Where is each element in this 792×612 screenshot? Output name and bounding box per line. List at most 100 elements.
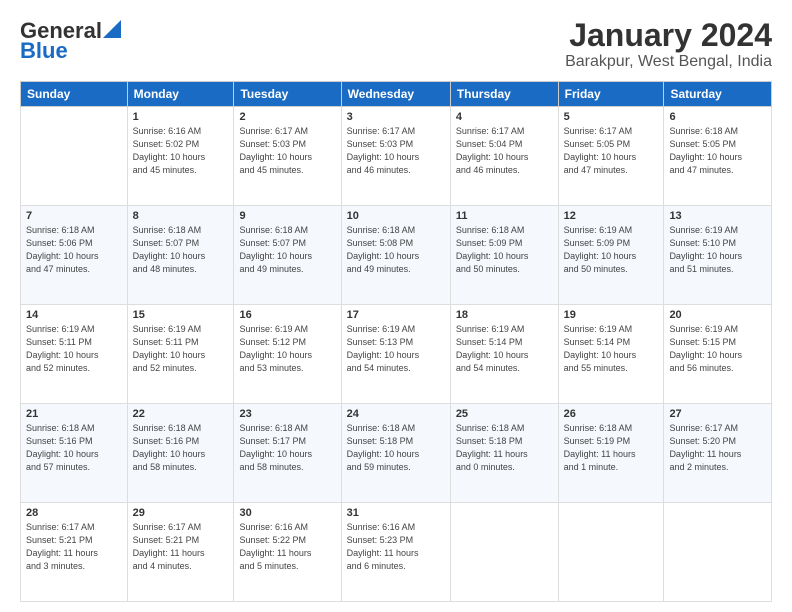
day-number: 27 xyxy=(669,408,766,420)
calendar-cell: 7Sunrise: 6:18 AM Sunset: 5:06 PM Daylig… xyxy=(21,206,128,305)
day-number: 29 xyxy=(133,507,229,519)
day-info: Sunrise: 6:16 AM Sunset: 5:22 PM Dayligh… xyxy=(239,521,335,573)
calendar-cell: 24 Sunrise: 6:18 AM Sunset: 5:18 PM Dayli… xyxy=(341,404,450,503)
calendar-cell: 12 Sunrise: 6:19 AM Sunset: 5:09 PM Dayli… xyxy=(558,206,664,305)
day-info: Sunrise: 6:18 AM Sunset: 5:18 PM Dayligh… xyxy=(456,422,553,474)
calendar-cell: 21 Sunrise: 6:18 AM Sunset: 5:16 PM Dayli… xyxy=(21,404,128,503)
day-number: 12 xyxy=(564,210,659,222)
day-info: Sunrise: 6:19 AM Sunset: 5:09 PM Dayligh… xyxy=(564,224,659,276)
calendar-week-row: 1Sunrise: 6:16 AM Sunset: 5:02 PM Daylig… xyxy=(21,107,772,206)
calendar-cell: 2Sunrise: 6:17 AM Sunset: 5:03 PM Daylig… xyxy=(234,107,341,206)
day-info: Sunrise: 6:17 AM Sunset: 5:21 PM Dayligh… xyxy=(133,521,229,573)
day-number: 3 xyxy=(347,111,445,123)
day-number: 6 xyxy=(669,111,766,123)
day-number: 31 xyxy=(347,507,445,519)
calendar-cell: 3 Sunrise: 6:17 AM Sunset: 5:03 PM Daylig… xyxy=(341,107,450,206)
day-number: 1 xyxy=(133,111,229,123)
day-number: 20 xyxy=(669,309,766,321)
calendar-cell: 29 Sunrise: 6:17 AM Sunset: 5:21 PM Dayli… xyxy=(127,503,234,602)
calendar-table: Sunday Monday Tuesday Wednesday Thursday… xyxy=(20,81,772,602)
day-info: Sunrise: 6:17 AM Sunset: 5:03 PM Dayligh… xyxy=(347,125,445,177)
day-info: Sunrise: 6:18 AM Sunset: 5:07 PM Dayligh… xyxy=(133,224,229,276)
day-info: Sunrise: 6:18 AM Sunset: 5:06 PM Dayligh… xyxy=(26,224,122,276)
day-number: 16 xyxy=(239,309,335,321)
day-number: 17 xyxy=(347,309,445,321)
day-info: Sunrise: 6:18 AM Sunset: 5:09 PM Dayligh… xyxy=(456,224,553,276)
calendar-cell: 17 Sunrise: 6:19 AM Sunset: 5:13 PM Dayli… xyxy=(341,305,450,404)
day-info: Sunrise: 6:18 AM Sunset: 5:17 PM Dayligh… xyxy=(239,422,335,474)
day-info: Sunrise: 6:17 AM Sunset: 5:20 PM Dayligh… xyxy=(669,422,766,474)
day-info: Sunrise: 6:19 AM Sunset: 5:11 PM Dayligh… xyxy=(133,323,229,375)
calendar-cell: 13Sunrise: 6:19 AM Sunset: 5:10 PM Dayli… xyxy=(664,206,772,305)
day-info: Sunrise: 6:19 AM Sunset: 5:12 PM Dayligh… xyxy=(239,323,335,375)
day-number: 25 xyxy=(456,408,553,420)
day-info: Sunrise: 6:18 AM Sunset: 5:19 PM Dayligh… xyxy=(564,422,659,474)
day-number: 18 xyxy=(456,309,553,321)
day-number: 24 xyxy=(347,408,445,420)
day-info: Sunrise: 6:18 AM Sunset: 5:18 PM Dayligh… xyxy=(347,422,445,474)
logo-blue: Blue xyxy=(20,38,68,64)
day-info: Sunrise: 6:17 AM Sunset: 5:21 PM Dayligh… xyxy=(26,521,122,573)
calendar-cell: 8 Sunrise: 6:18 AM Sunset: 5:07 PM Daylig… xyxy=(127,206,234,305)
col-saturday: Saturday xyxy=(664,82,772,107)
calendar-cell: 19Sunrise: 6:19 AM Sunset: 5:14 PM Dayli… xyxy=(558,305,664,404)
day-number: 9 xyxy=(239,210,335,222)
day-number: 11 xyxy=(456,210,553,222)
calendar-cell: 15 Sunrise: 6:19 AM Sunset: 5:11 PM Dayli… xyxy=(127,305,234,404)
calendar-week-row: 14 Sunrise: 6:19 AM Sunset: 5:11 PM Dayli… xyxy=(21,305,772,404)
calendar-cell: 14 Sunrise: 6:19 AM Sunset: 5:11 PM Dayli… xyxy=(21,305,128,404)
calendar-cell: 11 Sunrise: 6:18 AM Sunset: 5:09 PM Dayli… xyxy=(450,206,558,305)
calendar-cell: 16 Sunrise: 6:19 AM Sunset: 5:12 PM Dayli… xyxy=(234,305,341,404)
col-sunday: Sunday xyxy=(21,82,128,107)
day-number: 19 xyxy=(564,309,659,321)
calendar-cell: 1Sunrise: 6:16 AM Sunset: 5:02 PM Daylig… xyxy=(127,107,234,206)
day-number: 4 xyxy=(456,111,553,123)
col-thursday: Thursday xyxy=(450,82,558,107)
page-header: General Blue January 2024 Barakpur, West… xyxy=(20,18,772,71)
calendar-cell: 5Sunrise: 6:17 AM Sunset: 5:05 PM Daylig… xyxy=(558,107,664,206)
calendar-cell: 22Sunrise: 6:18 AM Sunset: 5:16 PM Dayli… xyxy=(127,404,234,503)
logo: General Blue xyxy=(20,18,121,64)
calendar-cell: 20 Sunrise: 6:19 AM Sunset: 5:15 PM Dayli… xyxy=(664,305,772,404)
day-number: 8 xyxy=(133,210,229,222)
day-info: Sunrise: 6:18 AM Sunset: 5:07 PM Dayligh… xyxy=(239,224,335,276)
day-number: 15 xyxy=(133,309,229,321)
col-wednesday: Wednesday xyxy=(341,82,450,107)
day-number: 23 xyxy=(239,408,335,420)
calendar-week-row: 21 Sunrise: 6:18 AM Sunset: 5:16 PM Dayli… xyxy=(21,404,772,503)
day-number: 26 xyxy=(564,408,659,420)
day-info: Sunrise: 6:16 AM Sunset: 5:23 PM Dayligh… xyxy=(347,521,445,573)
col-monday: Monday xyxy=(127,82,234,107)
day-info: Sunrise: 6:18 AM Sunset: 5:05 PM Dayligh… xyxy=(669,125,766,177)
page-subtitle: Barakpur, West Bengal, India xyxy=(565,53,772,71)
col-friday: Friday xyxy=(558,82,664,107)
day-number: 14 xyxy=(26,309,122,321)
calendar-cell: 28Sunrise: 6:17 AM Sunset: 5:21 PM Dayli… xyxy=(21,503,128,602)
calendar-cell: 30 Sunrise: 6:16 AM Sunset: 5:22 PM Dayli… xyxy=(234,503,341,602)
day-info: Sunrise: 6:18 AM Sunset: 5:08 PM Dayligh… xyxy=(347,224,445,276)
page-title: January 2024 xyxy=(565,18,772,53)
calendar-cell xyxy=(450,503,558,602)
day-info: Sunrise: 6:19 AM Sunset: 5:10 PM Dayligh… xyxy=(669,224,766,276)
day-number: 30 xyxy=(239,507,335,519)
day-number: 2 xyxy=(239,111,335,123)
calendar-week-row: 28Sunrise: 6:17 AM Sunset: 5:21 PM Dayli… xyxy=(21,503,772,602)
day-info: Sunrise: 6:19 AM Sunset: 5:11 PM Dayligh… xyxy=(26,323,122,375)
day-number: 10 xyxy=(347,210,445,222)
calendar-cell: 10 Sunrise: 6:18 AM Sunset: 5:08 PM Dayli… xyxy=(341,206,450,305)
day-info: Sunrise: 6:17 AM Sunset: 5:04 PM Dayligh… xyxy=(456,125,553,177)
calendar-cell xyxy=(664,503,772,602)
day-info: Sunrise: 6:19 AM Sunset: 5:14 PM Dayligh… xyxy=(456,323,553,375)
calendar-week-row: 7Sunrise: 6:18 AM Sunset: 5:06 PM Daylig… xyxy=(21,206,772,305)
day-info: Sunrise: 6:18 AM Sunset: 5:16 PM Dayligh… xyxy=(26,422,122,474)
day-number: 22 xyxy=(133,408,229,420)
calendar-cell: 27 Sunrise: 6:17 AM Sunset: 5:20 PM Dayli… xyxy=(664,404,772,503)
day-number: 21 xyxy=(26,408,122,420)
day-info: Sunrise: 6:17 AM Sunset: 5:05 PM Dayligh… xyxy=(564,125,659,177)
calendar-cell: 6 Sunrise: 6:18 AM Sunset: 5:05 PM Daylig… xyxy=(664,107,772,206)
day-info: Sunrise: 6:19 AM Sunset: 5:15 PM Dayligh… xyxy=(669,323,766,375)
calendar-cell xyxy=(21,107,128,206)
calendar-cell xyxy=(558,503,664,602)
calendar-cell: 18 Sunrise: 6:19 AM Sunset: 5:14 PM Dayli… xyxy=(450,305,558,404)
day-info: Sunrise: 6:19 AM Sunset: 5:13 PM Dayligh… xyxy=(347,323,445,375)
